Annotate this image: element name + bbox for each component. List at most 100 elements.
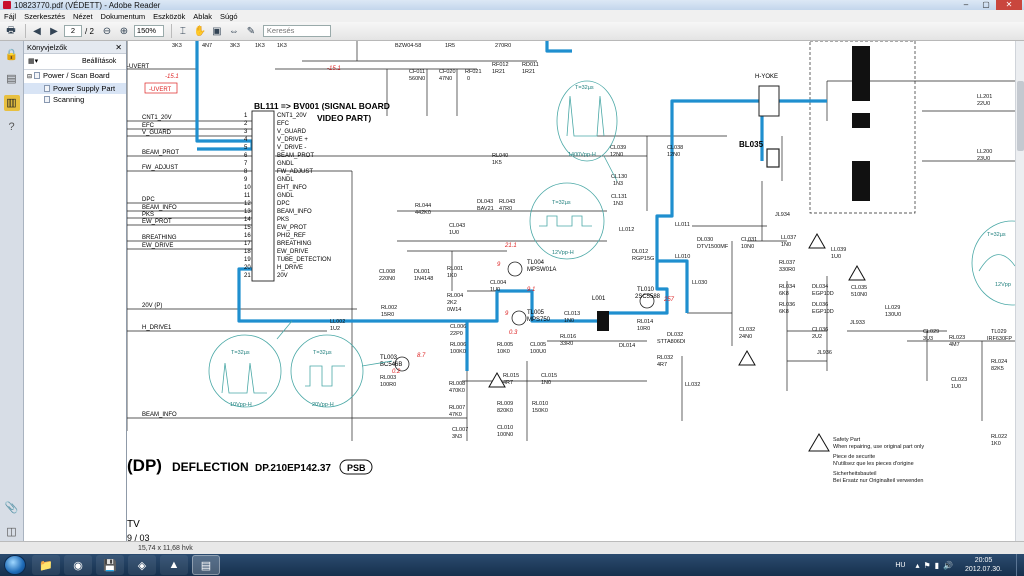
- svg-text:CL039: CL039: [610, 145, 626, 151]
- menu-edit[interactable]: Szerkesztés: [24, 12, 65, 21]
- show-desktop-button[interactable]: [1016, 554, 1024, 576]
- transformer-core: [852, 161, 870, 201]
- previous-page-icon[interactable]: ◀: [30, 24, 44, 38]
- clock-time: 20:05: [974, 557, 993, 564]
- bookmark-icon: [44, 96, 50, 103]
- close-button[interactable]: ✕: [996, 0, 1022, 10]
- svg-text:Sicherheitsbauteil: Sicherheitsbauteil: [833, 471, 876, 477]
- tl010-type: 2SC5588: [635, 294, 661, 300]
- signal-label: BEAM_PROT: [142, 150, 179, 156]
- svg-text:RL004: RL004: [447, 293, 463, 299]
- document-view[interactable]: BL111 => BV001 (SIGNAL BOARD VIDEO PART)…: [127, 41, 1024, 554]
- clock-date: 2012.07.30.: [965, 566, 1002, 573]
- hand-tool-icon[interactable]: ✋: [193, 24, 207, 38]
- svg-text:JL934: JL934: [775, 212, 790, 218]
- menu-view[interactable]: Nézet: [73, 12, 93, 21]
- menu-file[interactable]: Fájl: [4, 12, 16, 21]
- adobe-reader-icon[interactable]: ▲: [160, 555, 188, 575]
- pin-number: 20: [244, 265, 251, 271]
- menu-document[interactable]: Dokumentum: [101, 12, 146, 21]
- close-panel-icon[interactable]: ✕: [115, 41, 122, 54]
- clock[interactable]: 20:05 2012.07.30.: [965, 556, 1002, 574]
- svg-text:820K0: 820K0: [497, 408, 513, 414]
- pin-number: 18: [244, 249, 251, 255]
- fit-page-icon[interactable]: ▣: [210, 24, 224, 38]
- language-indicator[interactable]: HU: [895, 562, 905, 569]
- pin-number: 16: [244, 233, 251, 239]
- vertical-scrollbar[interactable]: [1015, 41, 1024, 554]
- svg-text:DL036: DL036: [812, 302, 828, 308]
- comment-icon[interactable]: ✎: [244, 24, 258, 38]
- select-tool-icon[interactable]: ⌶: [176, 24, 190, 38]
- collapse-icon[interactable]: ⊟: [27, 72, 34, 83]
- help-icon[interactable]: ?: [4, 119, 20, 135]
- svg-text:1N0: 1N0: [781, 242, 791, 248]
- attachment-icon[interactable]: 📎: [4, 500, 20, 516]
- svg-text:100R0: 100R0: [380, 382, 396, 388]
- tl003-type: BC546B: [380, 362, 402, 368]
- svg-text:N'utilisez que les pieces d'or: N'utilisez que les pieces d'origine: [833, 461, 914, 467]
- page-size-readout: 15,74 x 11,68 hvk: [138, 545, 193, 552]
- toolbar-divider: [170, 24, 172, 38]
- zoom-in-icon[interactable]: ⊕: [117, 24, 131, 38]
- print-icon[interactable]: 🖶: [4, 24, 18, 38]
- bookmark-options-menu[interactable]: Beállítások: [82, 54, 116, 70]
- next-page-icon[interactable]: ▶: [47, 24, 61, 38]
- maximize-button[interactable]: ▢: [976, 0, 996, 10]
- zoom-select[interactable]: 150%: [133, 25, 164, 37]
- pin-label: EHT_INFO: [277, 185, 307, 191]
- signal-label: PKS: [142, 212, 154, 218]
- connector-bl035: [766, 148, 780, 168]
- pin-label: PKS: [277, 217, 289, 223]
- zoom-out-icon[interactable]: ⊖: [100, 24, 114, 38]
- app-icon[interactable]: ◈: [128, 555, 156, 575]
- save-disk-icon[interactable]: 💾: [96, 555, 124, 575]
- bookmarks-icon[interactable]: ▥: [3, 95, 20, 111]
- psb-badge-label: PSB: [347, 463, 366, 473]
- svg-text:0.2: 0.2: [392, 369, 401, 375]
- bookmark-icon: [34, 72, 40, 79]
- bookmarks-title: Könyvjelzők: [27, 43, 68, 52]
- pin-label: CNT1_20V: [277, 113, 307, 119]
- svg-text:22U0: 22U0: [977, 101, 990, 107]
- pdf-window-icon[interactable]: ▤: [192, 555, 220, 575]
- svg-text:1R21: 1R21: [522, 69, 535, 75]
- minimize-button[interactable]: –: [956, 0, 976, 10]
- start-button[interactable]: [4, 555, 26, 575]
- explorer-icon[interactable]: 📁: [32, 555, 60, 575]
- svg-text:2U2: 2U2: [812, 334, 822, 340]
- svg-text:100N0: 100N0: [497, 432, 513, 438]
- menu-tools[interactable]: Eszközök: [153, 12, 185, 21]
- layers-icon[interactable]: ◫: [4, 524, 20, 540]
- menu-help[interactable]: Súgó: [220, 12, 238, 21]
- svg-text:4R7: 4R7: [503, 380, 513, 386]
- svg-text:RL007: RL007: [449, 405, 465, 411]
- svg-text:9: 9: [505, 311, 509, 317]
- tray-icons[interactable]: ▴⚑▮🔊: [915, 561, 957, 570]
- chrome-icon[interactable]: ◉: [64, 555, 92, 575]
- pages-icon[interactable]: ▤: [4, 71, 20, 87]
- svg-text:560N0: 560N0: [409, 76, 425, 82]
- bookmark-options-icon[interactable]: ▦▾: [28, 58, 38, 65]
- bookmark-item[interactable]: Power Supply Part: [24, 83, 126, 94]
- pin-label: V_GUARD: [277, 129, 307, 135]
- bookmark-item[interactable]: Scanning: [24, 94, 126, 105]
- pin-number: 11: [244, 193, 251, 199]
- svg-text:12N0: 12N0: [610, 152, 623, 158]
- scrollbar-thumb[interactable]: [1017, 81, 1024, 151]
- bookmark-item[interactable]: ⊟ Power / Scan Board: [24, 70, 126, 83]
- toolbar: 🖶 ◀ ▶ 2 / 2 ⊖ ⊕ 150% ⌶ ✋ ▣ ⇔ ✎ Keresés: [0, 22, 1024, 41]
- svg-text:1400Vpp-H: 1400Vpp-H: [568, 152, 596, 158]
- transistors: [394, 261, 655, 372]
- search-input[interactable]: Keresés: [262, 25, 331, 37]
- bookmark-label: Scanning: [53, 95, 85, 104]
- pin-label: BREATHING: [277, 241, 312, 247]
- connector-bl111: [251, 110, 275, 282]
- svg-text:CL036: CL036: [812, 327, 828, 333]
- page-number-input[interactable]: 2: [64, 25, 82, 37]
- fit-width-icon[interactable]: ⇔: [227, 24, 241, 38]
- lock-icon[interactable]: 🔒: [4, 47, 20, 63]
- menu-window[interactable]: Ablak: [193, 12, 212, 21]
- svg-text:CL032: CL032: [739, 327, 755, 333]
- svg-text:LL012: LL012: [619, 227, 634, 233]
